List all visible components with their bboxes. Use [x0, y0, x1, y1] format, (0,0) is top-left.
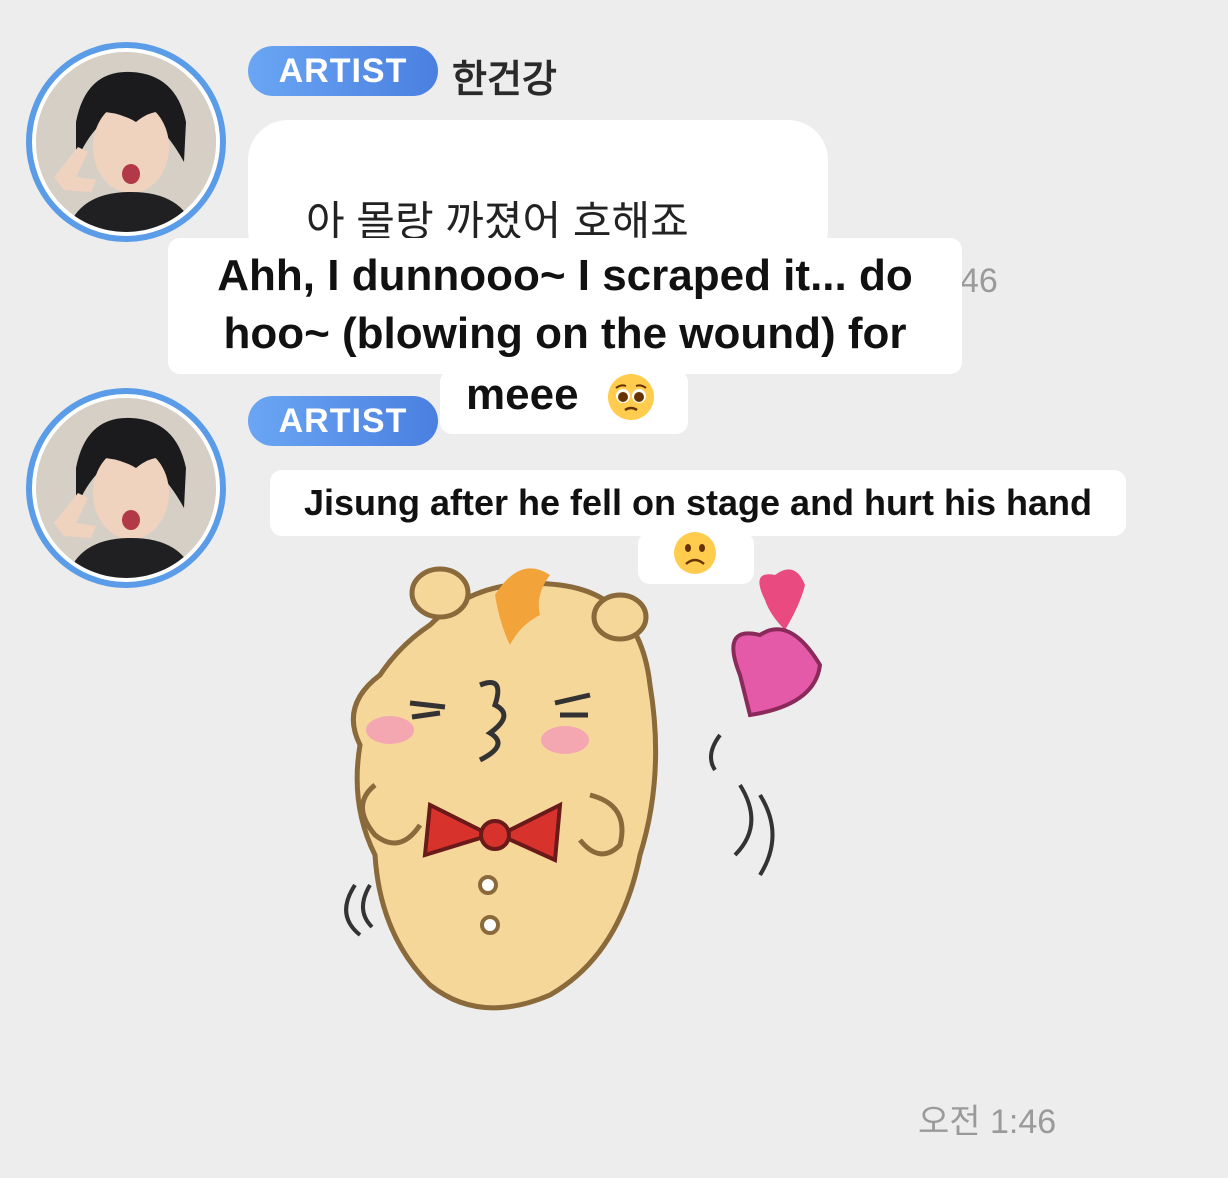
context-line-1: Jisung after he fell on stage and hurt h…: [303, 482, 1093, 523]
translation-line-3: meee: [466, 370, 579, 419]
avatar-photo: [36, 52, 216, 232]
message-time: 46: [960, 262, 998, 300]
hamster-body: [350, 580, 659, 1011]
translation-line-2: hoo~ (blowing on the wound) for: [223, 309, 907, 358]
artist-badge: ARTIST: [248, 46, 438, 96]
translation-line-1: Ahh, I dunnooo~ I scraped it... do: [217, 251, 913, 300]
avatar-photo: [36, 398, 216, 578]
sender-name: 한건강: [452, 59, 557, 101]
hamster-sticker[interactable]: [320, 555, 840, 1055]
artist-badge: ARTIST: [248, 396, 438, 446]
avatar[interactable]: [26, 388, 226, 588]
pleading-face-emoji: [608, 374, 654, 420]
avatar[interactable]: [26, 42, 226, 242]
message-time: 오전 1:46: [918, 1103, 1057, 1141]
frowning-face-emoji: [674, 532, 716, 574]
